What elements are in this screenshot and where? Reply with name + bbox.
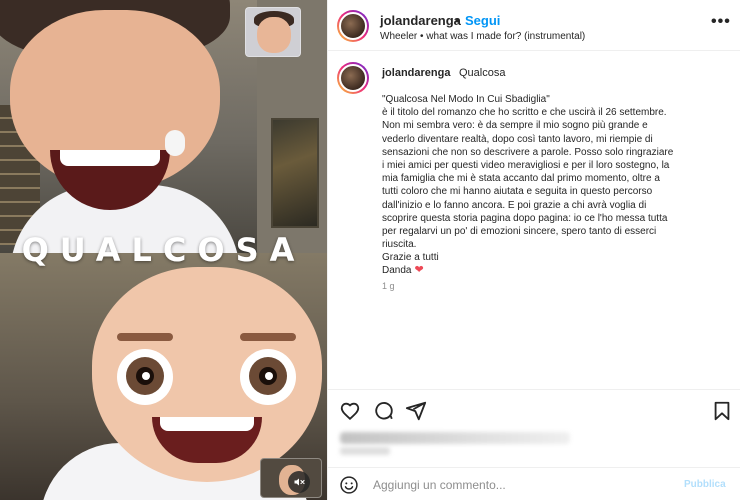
caption-line: scoprire questa storia pagina dopo pagin… xyxy=(382,212,668,224)
comment-icon[interactable] xyxy=(373,400,395,422)
memoji-head-top xyxy=(0,0,230,210)
caption-line: vederlo diventare realtà, dopo così tant… xyxy=(382,133,653,145)
comment-input[interactable] xyxy=(373,474,673,495)
caption-line: i miei amici per questi video meraviglio… xyxy=(382,160,670,172)
caption-line: mia famiglia che mi è stata accanto dal … xyxy=(382,173,660,185)
caption-username[interactable]: jolandarenga xyxy=(382,67,450,79)
red-heart-icon: ❤ xyxy=(414,264,424,276)
avatar[interactable] xyxy=(337,62,369,94)
caption-text: "Qualcosa Nel Modo In Cui Sbadiglia" è i… xyxy=(382,93,736,265)
memoji-head-bottom xyxy=(92,267,322,482)
video-overlay-text: QUALCOSA xyxy=(21,231,306,269)
background-painting xyxy=(271,118,319,228)
caption-line: sensazioni che non so descrivere a parol… xyxy=(382,146,674,158)
facetime-pip-top xyxy=(245,7,301,57)
caption-line: Non mi sembra vero: è da sempre il mio s… xyxy=(382,120,648,132)
separator-dot: • xyxy=(455,13,460,28)
heart-outline-icon[interactable] xyxy=(339,400,361,422)
caption-line: è il titolo del romanzo che ho scritto e… xyxy=(382,107,667,119)
action-bar xyxy=(328,389,740,429)
speaker-muted-icon xyxy=(294,478,305,486)
follow-button[interactable]: Segui xyxy=(465,13,500,28)
post-sidebar: jolandarenga • Segui Wheeler • what was … xyxy=(327,0,740,500)
blurred-date xyxy=(340,447,390,455)
audio-track-link[interactable]: Wheeler • what was I made for? (instrume… xyxy=(380,31,585,42)
caption-signature: Danda ❤ xyxy=(382,264,424,276)
caption-line: Grazie a tutti xyxy=(382,252,439,264)
header-username[interactable]: jolandarenga xyxy=(380,13,461,28)
caption-line: riuscita. xyxy=(382,239,417,251)
caption-line: tutti coloro che mi hanno aiutata e segu… xyxy=(382,186,653,198)
caption-line: "Qualcosa Nel Modo In Cui Sbadiglia" xyxy=(382,94,550,105)
earbud xyxy=(165,130,185,156)
post-header: jolandarenga • Segui Wheeler • what was … xyxy=(328,0,740,51)
caption-section: jolandarenga Qualcosa "Qualcosa Nel Modo… xyxy=(328,52,740,389)
smiley-icon[interactable] xyxy=(339,475,359,495)
caption-headline: Qualcosa xyxy=(459,67,506,79)
caption-line: dall'inizio e lo fanno ancora. E poi gra… xyxy=(382,199,647,211)
mute-button[interactable] xyxy=(288,471,310,493)
avatar[interactable] xyxy=(337,10,369,42)
blurred-likes xyxy=(340,432,570,444)
comment-bar: Pubblica xyxy=(328,467,740,500)
bookmark-icon[interactable] xyxy=(711,400,733,422)
caption-line: per regalarvi un po' di emozioni sincere… xyxy=(382,226,657,238)
more-options-icon[interactable]: ••• xyxy=(711,14,731,30)
paper-plane-icon[interactable] xyxy=(405,400,427,422)
post-timestamp[interactable]: 1 g xyxy=(382,281,395,291)
post-media[interactable]: QUALCOSA xyxy=(0,0,327,500)
publish-button[interactable]: Pubblica xyxy=(684,479,726,490)
